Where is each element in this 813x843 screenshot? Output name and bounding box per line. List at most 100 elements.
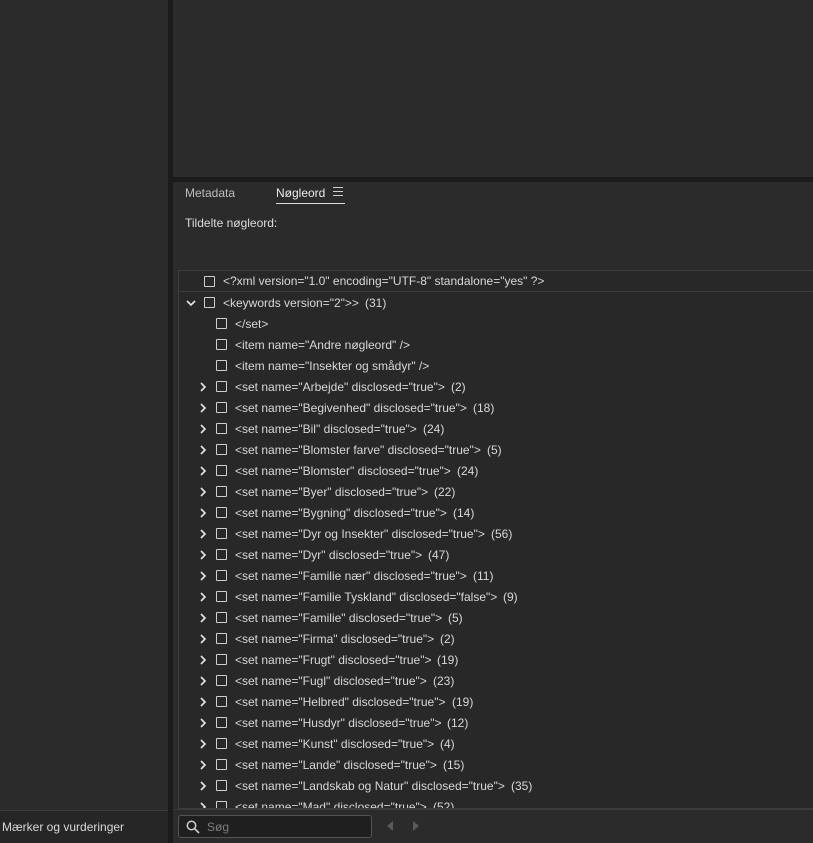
chevron-right-icon[interactable] (198, 424, 208, 434)
keyword-checkbox[interactable] (216, 780, 227, 791)
keyword-checkbox[interactable] (216, 675, 227, 686)
chevron-right-icon[interactable] (198, 676, 208, 686)
tree-row[interactable]: <item name="Insekter og smådyr" /> (179, 355, 813, 376)
keyword-checkbox[interactable] (216, 339, 227, 350)
keyword-checkbox[interactable] (216, 423, 227, 434)
chevron-right-icon[interactable] (198, 487, 208, 497)
tree-row[interactable]: <set name="Frugt" disclosed="true"> (19) (179, 649, 813, 670)
chevron-right-icon[interactable] (198, 508, 208, 518)
tree-row[interactable]: <set name="Familie Tyskland" disclosed="… (179, 586, 813, 607)
keyword-checkbox[interactable] (216, 570, 227, 581)
tree-row[interactable]: <set name="Husdyr" disclosed="true"> (12) (179, 712, 813, 733)
keyword-label: <item name="Insekter og smådyr" /> (235, 358, 430, 373)
keyword-checkbox[interactable] (216, 360, 227, 371)
chevron-right-icon[interactable] (198, 571, 208, 581)
keyword-checkbox[interactable] (204, 297, 215, 308)
keyword-checkbox[interactable] (204, 276, 215, 287)
keyword-checkbox[interactable] (216, 381, 227, 392)
chevron-right-icon[interactable] (198, 445, 208, 455)
keyword-tree: <?xml version="1.0" encoding="UTF-8" sta… (178, 270, 813, 809)
keyword-checkbox[interactable] (216, 591, 227, 602)
tree-row[interactable]: <set name="Helbred" disclosed="true"> (19… (179, 691, 813, 712)
keyword-checkbox[interactable] (216, 801, 227, 808)
chevron-right-icon[interactable] (198, 760, 208, 770)
chevron-right-icon[interactable] (198, 802, 208, 808)
tree-row[interactable]: <keywords version="2">> (31) (179, 292, 813, 313)
tree-row[interactable]: <set name="Firma" disclosed="true"> (2) (179, 628, 813, 649)
tree-row[interactable]: <set name="Familie nær" disclosed="true"… (179, 565, 813, 586)
chevron-right-icon[interactable] (198, 403, 208, 413)
metadata-panel: Metadata Nøgleord Tildelte nøgleord: <?x… (173, 182, 813, 843)
search-input[interactable] (207, 818, 367, 835)
tree-row[interactable]: </set> (179, 313, 813, 334)
chevron-down-icon[interactable] (186, 298, 196, 308)
preview-panel (173, 0, 813, 177)
tree-row[interactable]: <set name="Mad" disclosed="true"> (52) (179, 796, 813, 809)
keyword-checkbox[interactable] (216, 696, 227, 707)
tree-row[interactable]: <set name="Fugl" disclosed="true"> (23) (179, 670, 813, 691)
chevron-right-icon[interactable] (198, 550, 208, 560)
keyword-checkbox[interactable] (216, 528, 227, 539)
chevron-right-icon[interactable] (198, 592, 208, 602)
keyword-checkbox[interactable] (216, 654, 227, 665)
tree-row[interactable]: <set name="Familie" disclosed="true"> (5) (179, 607, 813, 628)
tree-row[interactable]: <set name="Landskab og Natur" disclosed=… (179, 775, 813, 796)
keyword-checkbox[interactable] (216, 402, 227, 413)
keyword-checkbox[interactable] (216, 759, 227, 770)
keyword-label: <keywords version="2">> (223, 295, 359, 310)
keyword-checkbox[interactable] (216, 318, 227, 329)
keyword-checkbox[interactable] (216, 633, 227, 644)
tree-row[interactable]: <set name="Lande" disclosed="true"> (15) (179, 754, 813, 775)
keyword-count: (31) (365, 295, 387, 310)
chevron-right-icon[interactable] (198, 739, 208, 749)
keyword-checkbox[interactable] (216, 549, 227, 560)
chevron-right-icon[interactable] (198, 529, 208, 539)
tree-row[interactable]: <set name="Byer" disclosed="true"> (22) (179, 481, 813, 502)
keyword-label: <set name="Familie" disclosed="true"> (235, 610, 443, 625)
chevron-right-icon[interactable] (198, 634, 208, 644)
keyword-count: (35) (511, 778, 533, 793)
chevron-right-icon[interactable] (198, 382, 208, 392)
hamburger-icon[interactable] (333, 187, 343, 197)
tree-row[interactable]: <set name="Dyr og Insekter" disclosed="t… (179, 523, 813, 544)
tree-row[interactable]: <set name="Begivenhed" disclosed="true">… (179, 397, 813, 418)
tree-row[interactable]: <set name="Dyr" disclosed="true"> (47) (179, 544, 813, 565)
tree-row[interactable]: <set name="Blomster farve" disclosed="tr… (179, 439, 813, 460)
keyword-checkbox[interactable] (216, 465, 227, 476)
tab-metadata[interactable]: Metadata (185, 186, 235, 204)
keyword-checkbox[interactable] (216, 717, 227, 728)
tree-row[interactable]: <set name="Kunst" disclosed="true"> (4) (179, 733, 813, 754)
tree-row[interactable]: <set name="Bil" disclosed="true"> (24) (179, 418, 813, 439)
tree-row[interactable]: <?xml version="1.0" encoding="UTF-8" sta… (179, 271, 813, 292)
keyword-checkbox[interactable] (216, 507, 227, 518)
tree-row[interactable]: <item name="Andre nøgleord" /> (179, 334, 813, 355)
triangle-right-icon[interactable] (411, 820, 421, 832)
keyword-checkbox[interactable] (216, 738, 227, 749)
tree-row[interactable]: <set name="Bygning" disclosed="true"> (14… (179, 502, 813, 523)
keyword-count: (5) (487, 442, 502, 457)
keyword-checkbox[interactable] (216, 444, 227, 455)
triangle-left-icon[interactable] (385, 820, 395, 832)
chevron-right-icon[interactable] (198, 466, 208, 476)
keyword-checkbox[interactable] (216, 486, 227, 497)
tree-row[interactable]: <set name="Arbejde" disclosed="true"> (2) (179, 376, 813, 397)
keyword-count: (12) (447, 715, 469, 730)
keyword-count: (2) (451, 379, 466, 394)
chevron-right-icon[interactable] (198, 613, 208, 623)
keyword-count: (19) (452, 694, 474, 709)
keyword-label: <set name="Bil" disclosed="true"> (235, 421, 417, 436)
assigned-keywords-label: Tildelte nøgleord: (185, 216, 278, 230)
chevron-right-icon[interactable] (198, 655, 208, 665)
keyword-label: <set name="Landskab og Natur" disclosed=… (235, 778, 505, 793)
chevron-right-icon[interactable] (198, 781, 208, 791)
chevron-right-icon[interactable] (198, 697, 208, 707)
keyword-count: (5) (448, 610, 463, 625)
keyword-label: <set name="Familie Tyskland" disclosed="… (235, 589, 498, 604)
chevron-right-icon[interactable] (198, 718, 208, 728)
keyword-label: <set name="Helbred" disclosed="true"> (235, 694, 446, 709)
keyword-count: (52) (433, 799, 455, 809)
keyword-count: (4) (440, 736, 455, 751)
tree-row[interactable]: <set name="Blomster" disclosed="true"> (2… (179, 460, 813, 481)
keyword-label: <set name="Byer" disclosed="true"> (235, 484, 429, 499)
keyword-checkbox[interactable] (216, 612, 227, 623)
